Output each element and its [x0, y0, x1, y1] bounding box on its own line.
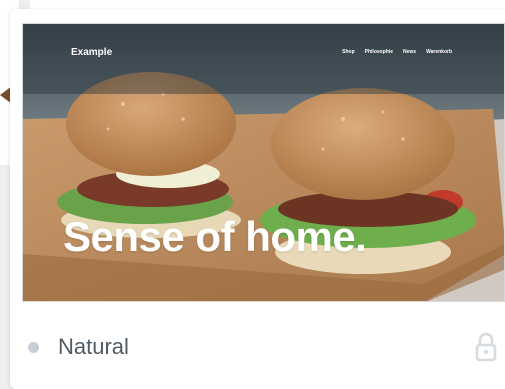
preview-site-nav: Shop Philosophie News Warenkorb — [342, 49, 452, 55]
preview-nav-warenkorb: Warenkorb — [426, 49, 452, 55]
theme-card[interactable]: Example Shop Philosophie News Warenkorb … — [10, 9, 505, 389]
preview-site-logo: Example — [71, 47, 113, 58]
preview-nav-news: News — [403, 49, 417, 55]
preview-hero-headline: Sense of home. — [63, 213, 367, 260]
theme-card-footer: Natural — [10, 302, 505, 389]
status-dot-icon — [28, 342, 39, 353]
preview-nav-philosophie: Philosophie — [364, 49, 393, 55]
preview-nav-shop: Shop — [342, 49, 355, 55]
theme-preview-image[interactable]: Example Shop Philosophie News Warenkorb … — [22, 23, 505, 302]
theme-name: Natural — [58, 334, 129, 359]
lock-icon[interactable] — [475, 332, 497, 362]
